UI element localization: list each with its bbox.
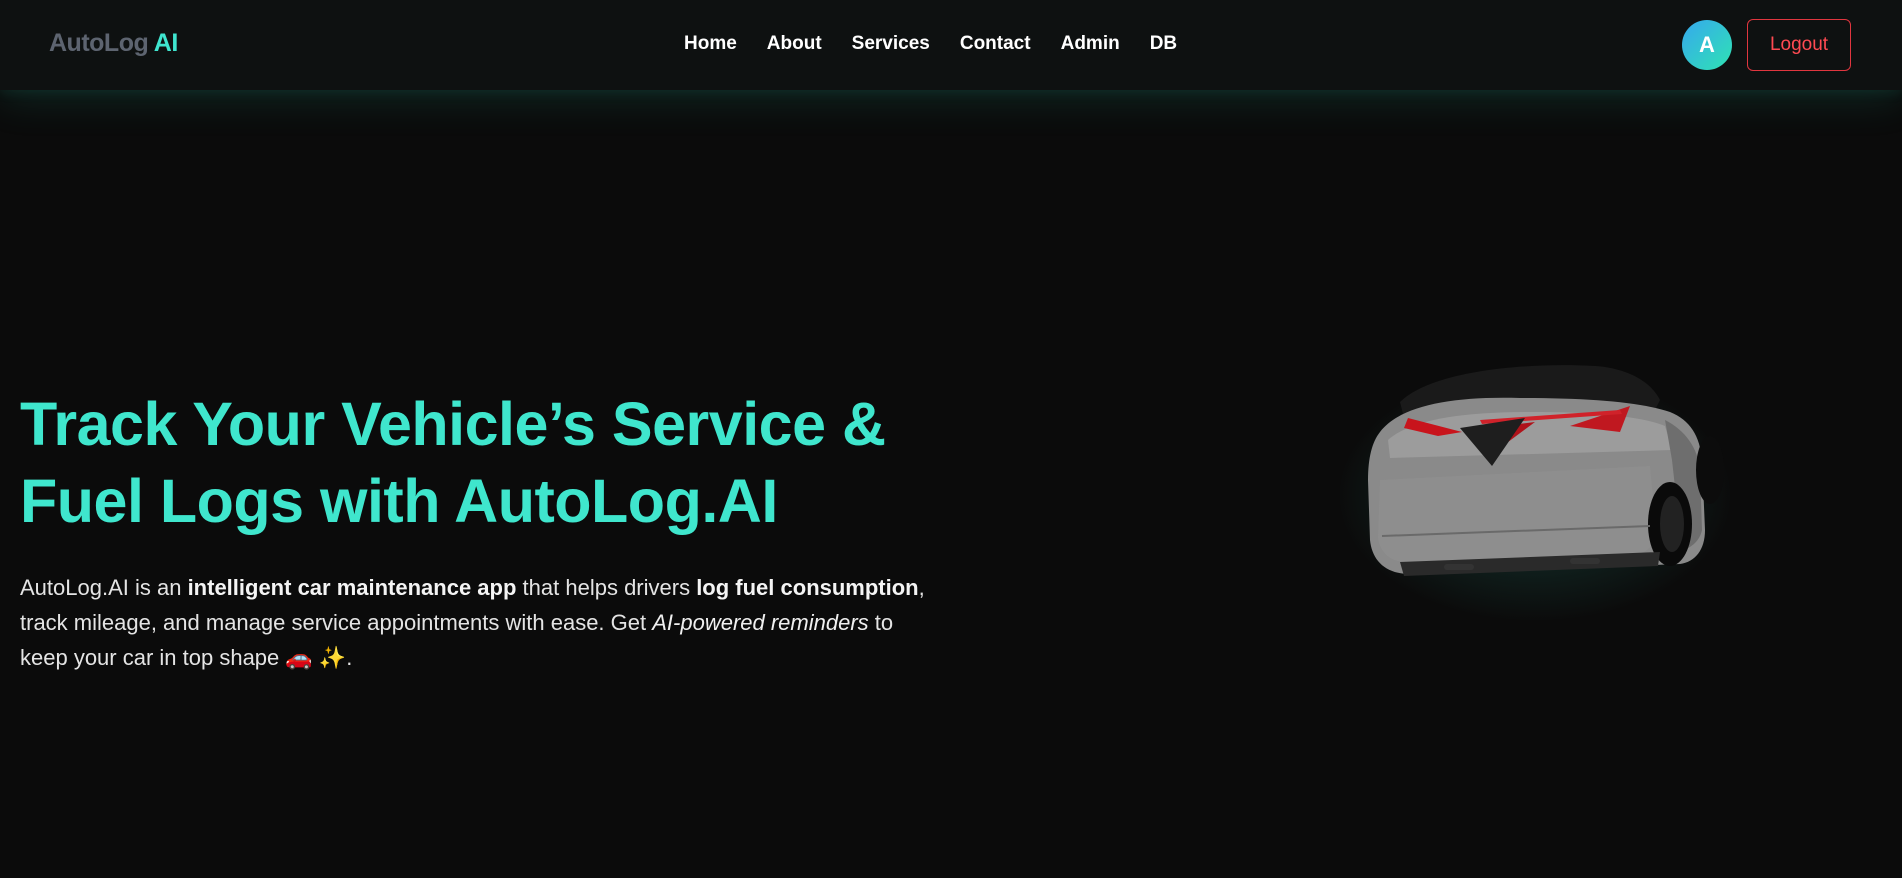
- nav-home[interactable]: Home: [684, 33, 737, 55]
- hero-title: Track Your Vehicle’s Service & Fuel Logs…: [20, 386, 940, 540]
- nav-admin[interactable]: Admin: [1061, 33, 1120, 55]
- car-3d-image: [1320, 340, 1750, 620]
- nav-db[interactable]: DB: [1150, 33, 1177, 55]
- nav-about[interactable]: About: [767, 33, 822, 55]
- nav-links: Home About Services Contact Admin DB: [684, 33, 1177, 55]
- desc-bold-1: intelligent car maintenance app: [187, 575, 517, 600]
- hero-description: AutoLog.AI is an intelligent car mainten…: [20, 570, 940, 675]
- desc-bold-2: log fuel consumption: [696, 575, 919, 600]
- hero-title-line-2: Fuel Logs with AutoLog.AI: [20, 467, 778, 535]
- desc-text-5: .: [346, 645, 353, 670]
- brand-accent: AI: [153, 29, 179, 57]
- hero-section: Track Your Vehicle’s Service & Fuel Logs…: [20, 386, 940, 675]
- logout-button[interactable]: Logout: [1747, 19, 1851, 71]
- avatar[interactable]: A: [1682, 20, 1732, 70]
- brand-name: AutoLog: [49, 29, 149, 57]
- navbar: AutoLog AI Home About Services Contact A…: [0, 0, 1902, 90]
- car-3d-icon: [1368, 365, 1724, 576]
- desc-text-1: AutoLog.AI is an: [20, 575, 188, 600]
- brand-logo[interactable]: AutoLog AI: [49, 29, 178, 58]
- car-sparkles-icon: 🚗 ✨: [285, 645, 347, 670]
- desc-text-2: that helps drivers: [516, 575, 697, 600]
- desc-italic-1: AI-powered reminders: [652, 610, 869, 635]
- hero-title-line-1: Track Your Vehicle’s Service &: [20, 390, 886, 458]
- nav-services[interactable]: Services: [852, 33, 930, 55]
- nav-contact[interactable]: Contact: [960, 33, 1031, 55]
